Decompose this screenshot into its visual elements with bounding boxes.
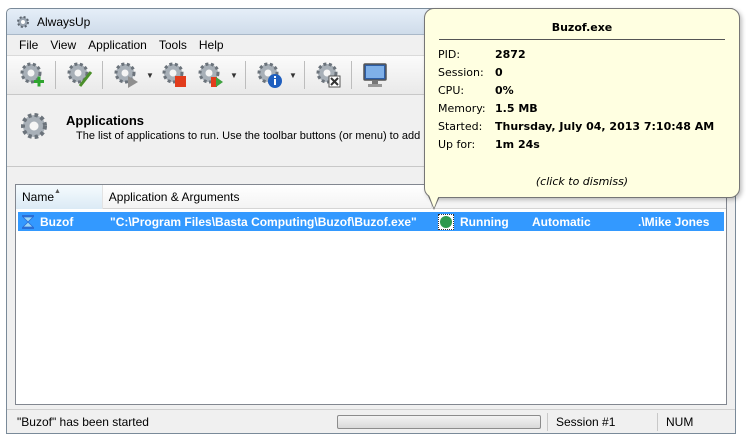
toolbar-separator (55, 61, 56, 89)
balloon-divider (439, 39, 725, 40)
applications-list[interactable]: ▲ Name Application & Arguments Buzof "C:… (15, 184, 727, 405)
display-button[interactable] (358, 58, 392, 92)
add-application-button[interactable] (15, 58, 49, 92)
field-memory: Memory: 1.5 MB (438, 99, 714, 117)
field-value: 1.5 MB (495, 101, 538, 115)
column-header-application[interactable]: Application & Arguments (103, 185, 432, 209)
field-uptime: Up for: 1m 24s (438, 135, 714, 153)
edit-application-icon (67, 62, 93, 87)
sort-ascending-icon: ▲ (54, 188, 61, 195)
hourglass-icon (20, 214, 38, 230)
field-value: 0% (495, 83, 514, 97)
field-label: PID: (438, 47, 461, 61)
column-header-name[interactable]: ▲ Name (16, 185, 103, 209)
report-activity-button[interactable] (252, 58, 286, 92)
numlock-indicator: NUM (657, 412, 717, 431)
menu-file[interactable]: File (13, 38, 44, 52)
dismiss-hint[interactable]: (click to dismiss) (425, 175, 739, 188)
column-header-application-label: Application & Arguments (108, 190, 240, 204)
field-value: 1m 24s (495, 137, 540, 151)
field-label: Started: (438, 119, 483, 133)
add-application-icon (20, 62, 44, 87)
applications-gear-icon (21, 113, 47, 139)
menu-tools[interactable]: Tools (153, 38, 193, 52)
menu-help[interactable]: Help (193, 38, 230, 52)
report-dropdown-arrow-icon[interactable]: ▼ (288, 58, 298, 92)
page-description: The list of applications to run. Use the… (76, 130, 430, 142)
cell-status: Running (460, 214, 509, 229)
field-label: Session: (438, 65, 484, 79)
balloon-title: Buzof.exe (551, 21, 613, 34)
balloon-fields: PID: 2872 Session: 0 CPU: 0% Memory: 1.5… (438, 45, 714, 153)
edit-application-button[interactable] (62, 58, 96, 92)
restart-application-icon (198, 62, 223, 87)
field-label: CPU: (438, 83, 465, 97)
field-label: Memory: (438, 101, 486, 115)
remove-application-icon (316, 62, 341, 88)
progress-bar (337, 414, 541, 429)
cell-account: .\Mike Jones (638, 214, 710, 229)
session-indicator: Session #1 (547, 412, 651, 431)
column-header-name-label: Name (22, 190, 55, 204)
field-label: Up for: (438, 137, 476, 151)
menu-application[interactable]: Application (82, 38, 153, 52)
stop-application-icon (162, 62, 186, 87)
toolbar-separator (304, 61, 305, 89)
restart-application-button[interactable] (193, 58, 227, 92)
page-title: Applications (66, 113, 145, 128)
toolbar-separator (102, 61, 103, 89)
field-value: Thursday, July 04, 2013 7:10:48 AM (495, 119, 715, 133)
status-bar: "Buzof" has been started Session #1 NUM (7, 409, 735, 433)
toolbar-separator (245, 61, 246, 89)
tooltip-tail-inner (429, 195, 439, 208)
cell-startup: Automatic (532, 214, 591, 229)
app-gear-icon (17, 15, 29, 28)
report-activity-icon (257, 62, 282, 88)
field-value: 2872 (495, 47, 526, 61)
running-status-icon (438, 213, 454, 230)
restart-dropdown-arrow-icon[interactable]: ▼ (229, 58, 239, 92)
field-value: 0 (495, 65, 503, 79)
start-dropdown-arrow-icon[interactable]: ▼ (145, 58, 155, 92)
cell-name: Buzof (40, 214, 74, 229)
field-session: Session: 0 (438, 63, 714, 81)
start-application-icon (114, 62, 138, 88)
status-message: "Buzof" has been started (17, 414, 149, 429)
cell-application: "C:\Program Files\Basta Computing\Buzof\… (110, 214, 417, 229)
window-title: AlwaysUp (37, 14, 91, 29)
stop-application-button[interactable] (157, 58, 191, 92)
field-cpu: CPU: 0% (438, 81, 714, 99)
field-pid: PID: 2872 (438, 45, 714, 63)
start-application-button[interactable] (109, 58, 143, 92)
toolbar-separator (351, 61, 352, 89)
table-row[interactable]: Buzof "C:\Program Files\Basta Computing\… (18, 212, 724, 231)
remove-application-button[interactable] (311, 58, 345, 92)
process-info-balloon[interactable]: Buzof.exe PID: 2872 Session: 0 CPU: 0% M… (424, 8, 740, 198)
menu-view[interactable]: View (44, 38, 82, 52)
field-started: Started: Thursday, July 04, 2013 7:10:48… (438, 117, 714, 135)
display-icon (363, 63, 387, 87)
